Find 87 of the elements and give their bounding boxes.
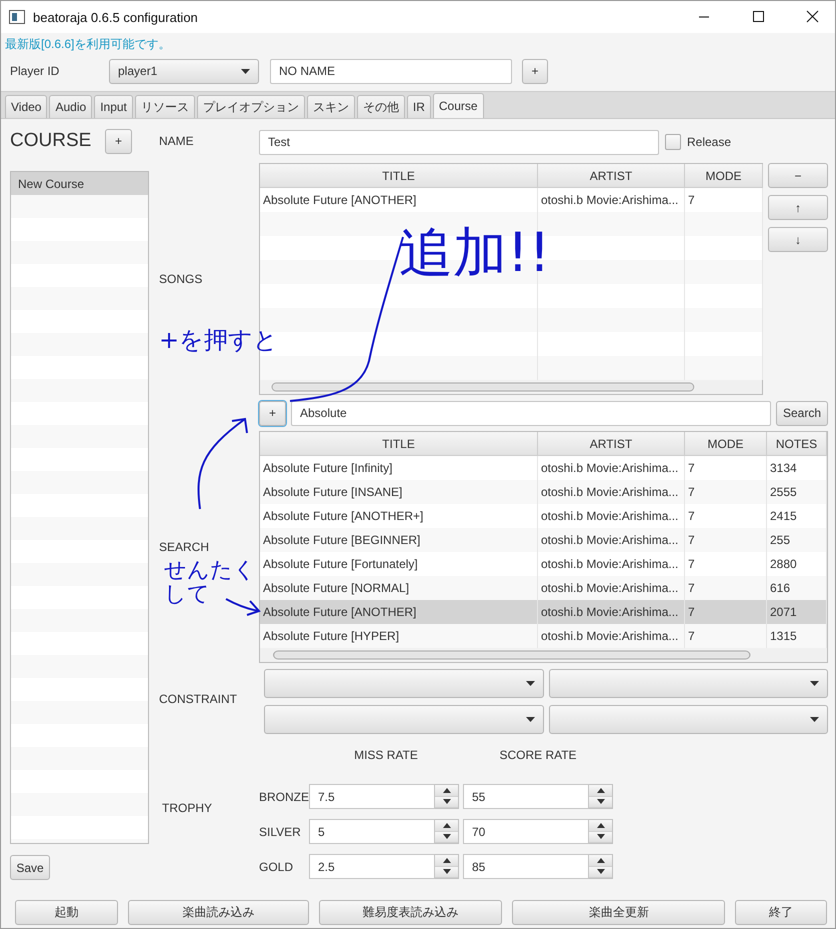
table-row[interactable]: Absolute Future [ANOTHER] otoshi.b Movie:Arishima... 7 [260,188,762,212]
tab[interactable]: IR [406,95,431,118]
table-row[interactable]: Absolute Future [Fortunately] otoshi.b Movie:Arishima... 7 2880 [260,552,827,576]
handwritten-note: +を押すと [159,327,278,354]
table-row[interactable]: Absolute Future [BEGINNER] otoshi.b Movie:Arishima... 7 255 [260,528,827,552]
constraint-select[interactable] [264,669,544,698]
player-select[interactable]: player1 [109,58,259,84]
section-heading: COURSE [10,130,92,152]
column-header[interactable]: TITLE [260,432,538,456]
course-name-field[interactable]: Test [259,130,659,154]
down-arrow-icon [596,799,604,804]
handwritten-note: せんたくして [164,559,256,608]
column-header[interactable]: MODE [685,432,767,456]
checkbox-label: Release [687,135,732,149]
column-label: MISS RATE [353,748,419,762]
app-icon [9,10,25,24]
search-field[interactable]: Absolute [291,400,771,426]
down-arrow-icon [442,869,450,874]
add-button[interactable]: + [259,400,286,426]
window-title: beatoraja 0.6.5 configuration [33,10,199,24]
hand-drawn-arrow [226,598,261,616]
field-label: Player ID [10,64,60,78]
table-row[interactable]: Absolute Future [Infinity] otoshi.b Movie:Arishima... 7 3134 [260,456,827,480]
down-arrow-icon [596,834,604,840]
tab[interactable]: その他 [356,95,405,118]
footer-button[interactable]: 楽曲全更新 [512,900,726,925]
column-header[interactable]: TITLE [260,164,538,188]
up-arrow-icon [596,822,604,828]
footer-button[interactable]: 終了 [735,900,827,925]
save-button[interactable]: Save [10,855,50,880]
column-header[interactable]: ARTIST [538,164,685,188]
caret-icon [241,68,250,74]
list-button[interactable]: ↑ [768,195,828,220]
search-button[interactable]: Search [776,400,828,426]
footer-button[interactable]: 楽曲読み込み [128,900,309,925]
tab[interactable]: Audio [49,95,92,118]
tab[interactable]: スキン [306,95,355,118]
up-arrow-icon [442,788,450,793]
caret-icon [526,717,534,722]
table-row[interactable]: Absolute Future [NORMAL] otoshi.b Movie:Arishima... 7 616 [260,576,827,600]
down-arrow-icon [442,799,450,804]
field-label: CONSTRAINT [159,692,237,706]
tab[interactable]: Course [432,93,484,118]
table-row[interactable]: Absolute Future [ANOTHER+] otoshi.b Movie:Arishima... 7 2415 [260,504,827,528]
field-label: NAME [159,134,194,148]
list-button[interactable]: ↓ [768,227,828,252]
horizontal-scrollbar[interactable] [260,380,762,394]
up-arrow-icon [596,858,604,863]
footer-button[interactable]: 起動 [15,900,118,925]
field-label: SONGS [159,272,202,286]
add-button[interactable]: + [522,58,548,84]
down-arrow-icon [442,834,450,840]
caret-icon [810,681,819,686]
row-label: BRONZE [259,790,309,804]
tab[interactable]: Video [5,95,48,118]
column-header[interactable]: MODE [685,164,763,188]
caret-icon [810,717,819,722]
tab[interactable]: プレイオプション [196,95,305,118]
add-button[interactable]: + [105,128,132,154]
constraint-select[interactable] [548,669,828,698]
update-notice: 最新版[0.6.6]を利用可能です。 [5,37,170,51]
list-item[interactable]: New Course [11,172,148,195]
table-row[interactable]: Absolute Future [INSANE] otoshi.b Movie:Arishima... 7 2555 [260,480,827,504]
up-arrow-icon [442,822,450,828]
column-header[interactable]: NOTES [767,432,827,456]
player-name-field[interactable]: NO NAME [270,58,512,84]
table-row[interactable]: Absolute Future [HYPER] otoshi.b Movie:Arishima... 7 1315 [260,624,827,648]
constraint-select[interactable] [264,705,544,734]
list-button[interactable]: − [768,163,828,188]
column-label: SCORE RATE [498,748,578,762]
table-row[interactable]: Absolute Future [ANOTHER] otoshi.b Movie:Arishima... 7 2071 [260,600,827,624]
field-label: TROPHY [162,801,212,815]
up-arrow-icon [596,788,604,793]
constraint-select[interactable] [548,705,828,734]
field-label: SEARCH [159,540,210,554]
handwritten-note: 追加!! [399,223,550,282]
down-arrow-icon [596,869,604,874]
checkbox[interactable] [665,134,681,150]
horizontal-scrollbar[interactable] [260,648,827,662]
row-label: SILVER [259,824,302,838]
footer-button[interactable]: 難易度表読み込み [319,900,502,925]
caret-icon [526,681,534,686]
column-header[interactable]: ARTIST [538,432,685,456]
tab[interactable]: Input [94,95,133,118]
tab[interactable]: リソース [134,95,195,118]
up-arrow-icon [442,858,450,863]
row-label: GOLD [259,860,294,874]
